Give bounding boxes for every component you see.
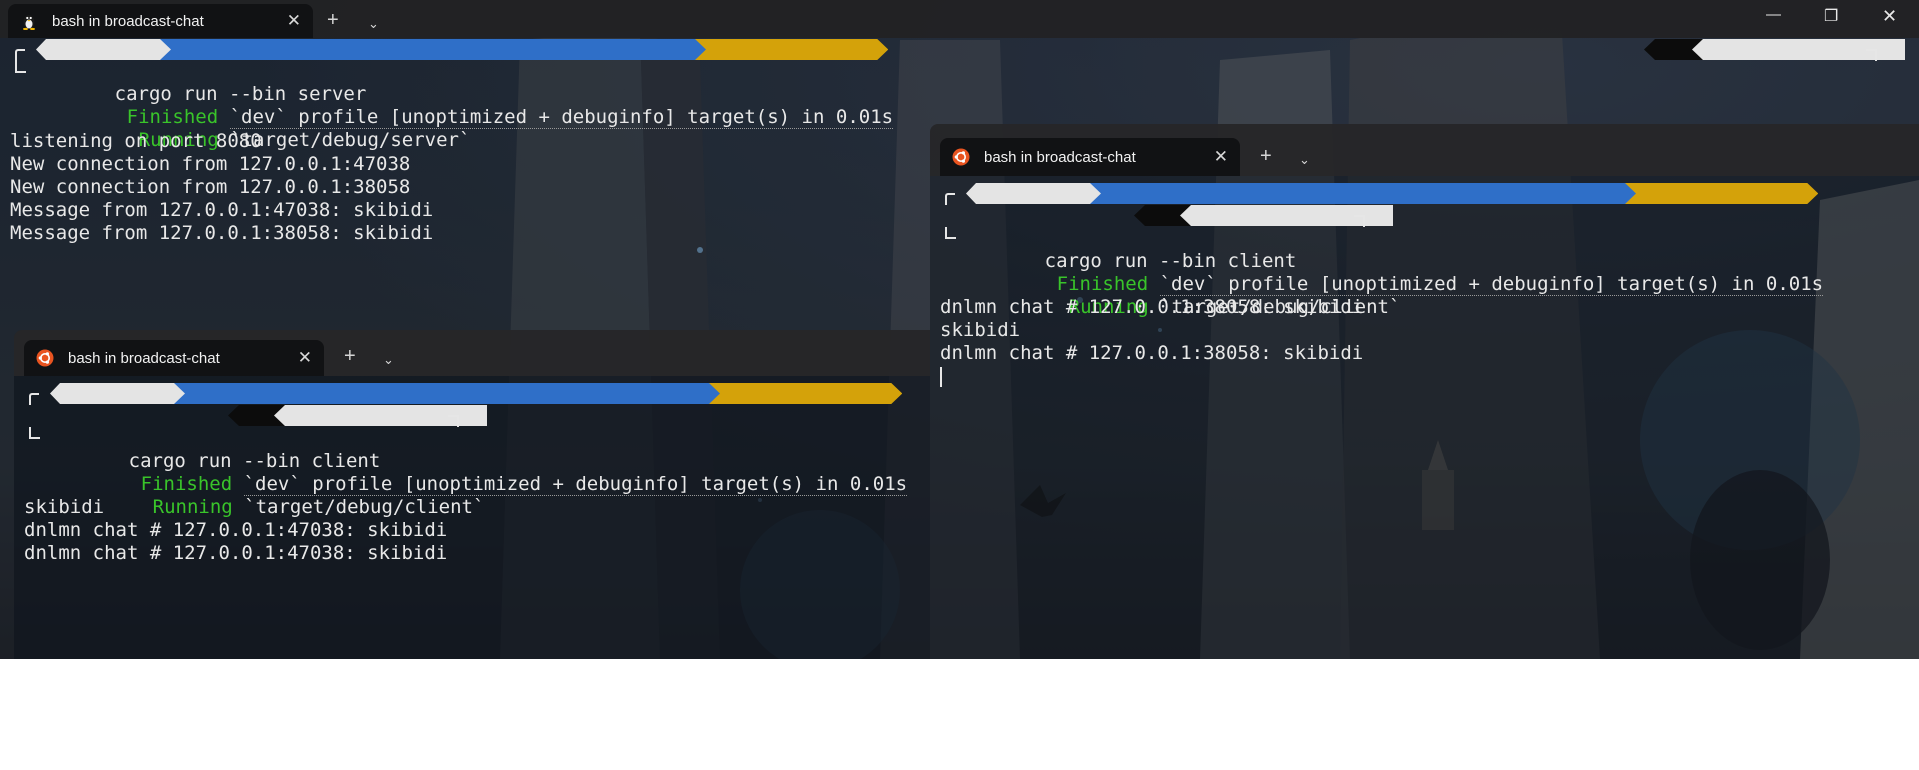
terminal-pane-client-right[interactable]: hyvos07 🗁~/projects/adpro/tutor10/broadc… — [930, 176, 1919, 659]
prompt-frame-corner-bottom — [945, 227, 956, 239]
tab-close-icon[interactable]: ✕ — [287, 11, 301, 31]
clock-icon — [1878, 64, 1893, 79]
output-line: New connection from 127.0.0.1:38058 — [10, 176, 411, 198]
text-cursor — [940, 367, 942, 387]
terminal-pane-client-left[interactable]: hyvos07 🗁~/projects/adpro/tutor10/broadc… — [14, 376, 930, 659]
terminal-window-client-right: bash in broadcast-chat ✕ + ⌄ hyvos07 🗁~/… — [930, 124, 1919, 659]
cargo-finished-line: Finished `dev` profile [unoptimized + de… — [140, 473, 908, 497]
new-tab-button[interactable]: + — [1260, 144, 1272, 168]
ubuntu-icon — [952, 148, 970, 166]
tab-title: bash in broadcast-chat — [52, 12, 204, 30]
linux-tux-icon — [23, 15, 35, 30]
output-line: skibidi — [24, 496, 105, 518]
tab-title: bash in broadcast-chat — [68, 349, 220, 367]
output-line: Message from 127.0.0.1:47038: skibidi — [10, 199, 434, 221]
prompt-frame-corner-bottom — [29, 427, 40, 439]
clock-icon — [1366, 230, 1381, 245]
prompt-git-branch-segment: master — [709, 383, 902, 404]
prompt-frame-corner — [29, 393, 39, 405]
output-line: Message from 127.0.0.1:38058: skibidi — [10, 222, 434, 244]
command-line: cargo run --bin client — [128, 450, 381, 473]
prompt-frame-corner-bottom — [15, 61, 26, 73]
prompt-frame-corner — [945, 193, 955, 205]
maximize-button[interactable]: ❐ — [1824, 6, 1838, 26]
output-line: listening on port 8080 — [10, 130, 262, 152]
tab-close-icon[interactable]: ✕ — [1214, 147, 1228, 167]
cargo-running-line: Running `target/debug/client` — [1068, 296, 1401, 319]
new-tab-button[interactable]: + — [327, 8, 339, 32]
prompt-path-segment: 🗁~/projects/adpro/tutor10/broadcast-chat — [160, 39, 748, 60]
tab-bash-client-right[interactable]: bash in broadcast-chat ✕ — [940, 138, 1240, 176]
output-line: dnlmn chat # 127.0.0.1:47038: skibidi — [24, 519, 448, 541]
prompt-frame-corner-right — [448, 415, 459, 427]
output-line: dnlmn chat # 127.0.0.1:47038: skibidi — [24, 542, 448, 564]
prompt-git-branch-segment: master — [695, 39, 888, 60]
tab-title: bash in broadcast-chat — [984, 148, 1136, 166]
tab-bash-server[interactable]: bash in broadcast-chat ✕ — [8, 4, 313, 38]
output-line: dnlmn chat # 127.0.0.1:38058: skibidi — [940, 296, 1364, 318]
cargo-finished-line: Finished `dev` profile [unoptimized + de… — [1056, 273, 1824, 297]
cargo-running-line: Running `target/debug/client` — [152, 496, 485, 519]
output-line: dnlmn chat # 127.0.0.1:38058: skibidi — [940, 342, 1364, 364]
cargo-finished-line: Finished `dev` profile [unoptimized + de… — [126, 106, 894, 129]
tab-dropdown-chevron-icon[interactable]: ⌄ — [1299, 148, 1310, 172]
tab-dropdown-chevron-icon[interactable]: ⌄ — [383, 348, 394, 372]
cargo-running-line: Running `target/debug/server` — [138, 129, 471, 151]
tab-dropdown-chevron-icon[interactable]: ⌄ — [368, 12, 379, 36]
prompt-path-segment: 🗁~/projects/adpro/tutor10/broadcast-chat — [1090, 183, 1678, 204]
tab-bar: bash in broadcast-chat ✕ + ⌄ — [930, 124, 1919, 176]
tab-bar: bash in broadcast-chat ✕ + ⌄ — [14, 330, 930, 376]
prompt-frame-corner-right — [1354, 215, 1365, 227]
checkmark-icon: ✓ — [1730, 59, 1743, 81]
output-line: New connection from 127.0.0.1:47038 — [10, 153, 411, 175]
prompt-frame-corner-right — [1866, 49, 1877, 61]
clock-icon — [460, 430, 475, 445]
tab-close-icon[interactable]: ✕ — [298, 348, 312, 368]
close-window-button[interactable]: ✕ — [1882, 6, 1897, 27]
prompt-path-segment: 🗁~/projects/adpro/tutor10/broadcast-chat — [174, 383, 762, 404]
prompt-frame-corner — [15, 49, 25, 61]
ubuntu-icon — [36, 349, 54, 367]
new-tab-button[interactable]: + — [344, 344, 356, 368]
tab-bash-client-left[interactable]: bash in broadcast-chat ✕ — [24, 340, 324, 376]
terminal-window-client-left: bash in broadcast-chat ✕ + ⌄ hyvos07 🗁~/… — [14, 330, 930, 659]
command-line: cargo run --bin client — [1044, 250, 1297, 273]
output-line: skibidi — [940, 319, 1021, 341]
tab-bar: bash in broadcast-chat ✕ + ⌄ — ❐ ✕ — [0, 0, 1919, 38]
prompt-git-branch-segment: master — [1625, 183, 1818, 204]
minimize-button[interactable]: — — [1766, 6, 1781, 23]
command-line: cargo run --bin server — [114, 83, 367, 105]
